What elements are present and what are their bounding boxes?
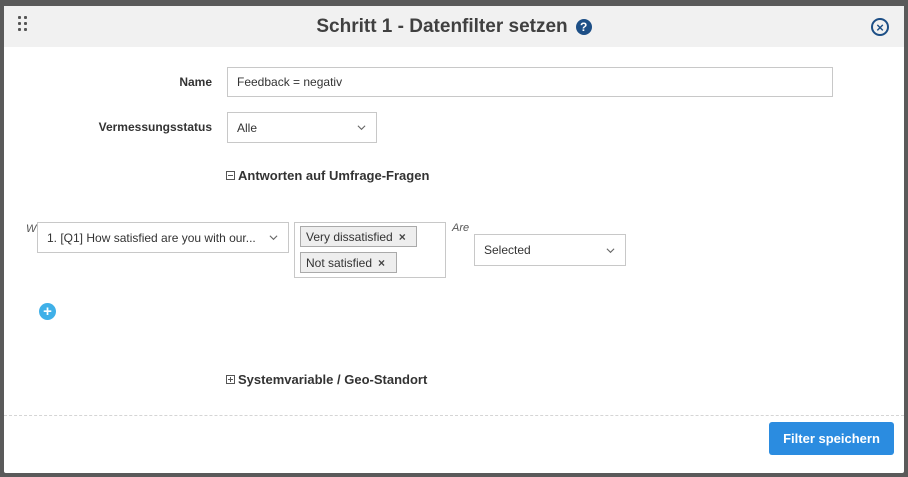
status-label: Vermessungsstatus — [98, 120, 212, 134]
name-input-value: Feedback = negativ — [237, 75, 343, 89]
answers-multiselect[interactable]: Very dissatisfied × Not satisfied × — [294, 222, 446, 278]
survey-answers-title: Antworten auf Umfrage-Fragen — [238, 168, 430, 183]
filter-dialog: Schritt 1 - Datenfilter setzen ? × Name … — [4, 6, 904, 473]
chevron-down-icon — [606, 247, 615, 253]
survey-answers-toggle[interactable]: Antworten auf Umfrage-Fragen — [226, 168, 429, 183]
dialog-header: Schritt 1 - Datenfilter setzen ? × — [4, 6, 904, 47]
save-filter-button[interactable]: Filter speichern — [769, 422, 894, 455]
dialog-title: Schritt 1 - Datenfilter setzen — [316, 15, 568, 37]
chevron-down-icon — [357, 125, 366, 131]
name-label: Name — [179, 75, 212, 89]
question-select[interactable]: 1. [Q1] How satisfied are you with our..… — [37, 222, 289, 253]
system-variables-toggle[interactable]: Systemvariable / Geo-Standort — [226, 372, 427, 387]
collapse-icon — [226, 171, 235, 180]
status-select[interactable]: Alle — [227, 112, 377, 143]
condition-prefix: W — [26, 223, 37, 235]
name-input[interactable]: Feedback = negativ — [227, 67, 833, 97]
dialog-title-row: Schritt 1 - Datenfilter setzen ? — [4, 6, 904, 47]
system-variables-title: Systemvariable / Geo-Standort — [238, 372, 428, 387]
expand-icon — [226, 375, 235, 384]
answer-tag-label: Not satisfied — [306, 255, 373, 270]
remove-tag-icon[interactable]: × — [378, 256, 385, 270]
close-icon[interactable]: × — [871, 18, 889, 36]
chevron-down-icon — [269, 235, 278, 241]
answer-tag: Very dissatisfied × — [300, 226, 417, 247]
operator-label: Are — [452, 222, 470, 234]
answer-tag: Not satisfied × — [300, 252, 397, 273]
operator-select-value: Selected — [484, 243, 531, 257]
add-condition-icon[interactable]: + — [39, 303, 56, 320]
help-icon[interactable]: ? — [575, 18, 592, 35]
footer-divider — [4, 415, 904, 416]
question-select-value: 1. [Q1] How satisfied are you with our..… — [47, 230, 256, 245]
status-select-value: Alle — [237, 120, 258, 135]
remove-tag-icon[interactable]: × — [399, 230, 406, 244]
operator-select[interactable]: Selected — [474, 234, 626, 266]
answer-tag-label: Very dissatisfied — [306, 229, 393, 244]
